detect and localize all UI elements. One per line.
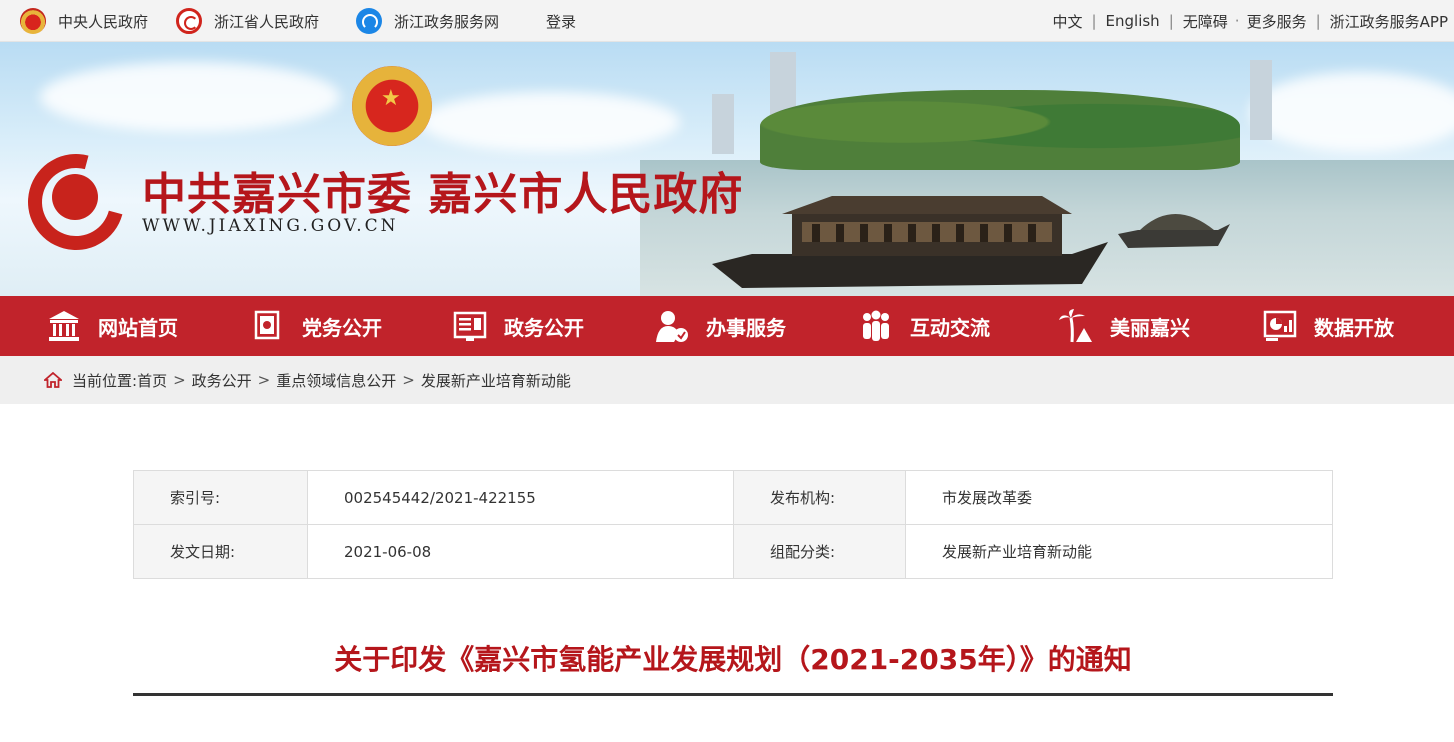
home-icon — [44, 372, 62, 388]
nav-item-beautiful-jiaxing-label: 美丽嘉兴 — [1110, 315, 1190, 340]
breadcrumb-separator: > — [173, 371, 186, 389]
separator: | — [1091, 12, 1097, 30]
topbar-right-links: 中文 | English | 无障碍 · 更多服务 | 浙江政务服务APP — [1052, 0, 1448, 42]
party-flag-icon — [254, 310, 280, 340]
separator: | — [1168, 12, 1174, 30]
separator: | — [1315, 12, 1321, 30]
breadcrumb-key-areas[interactable]: 重点领域信息公开 — [276, 370, 396, 391]
more-services-link[interactable]: 更多服务 — [1247, 11, 1307, 32]
link-zwfw-label: 浙江政务服务网 — [394, 12, 500, 31]
nav-item-beautiful-jiaxing[interactable]: 美丽嘉兴 — [1058, 296, 1190, 356]
palm-tree-icon — [1059, 309, 1092, 343]
nav-item-services[interactable]: 办事服务 — [654, 296, 786, 356]
category-label: 组配分类: — [733, 524, 906, 579]
link-zhejiang-government-label: 浙江省人民政府 — [214, 12, 320, 31]
top-utility-bar: 中央人民政府 浙江省人民政府 浙江政务服务网 登录 中文 | English |… — [0, 0, 1454, 42]
nav-item-home-label: 网站首页 — [98, 315, 178, 340]
publisher-value: 市发展改革委 — [905, 470, 1333, 525]
issue-date-label: 发文日期: — [133, 524, 308, 579]
people-group-icon — [863, 310, 889, 341]
site-title: 中共嘉兴市委 嘉兴市人民政府 — [142, 169, 744, 220]
document-metadata-table: 索引号: 002545442/2021-422155 发布机构: 市发展改革委 … — [133, 470, 1333, 579]
breadcrumb: 当前位置: 首页 > 政务公开 > 重点领域信息公开 > 发展新产业培育新动能 — [0, 356, 1454, 404]
nav-item-interaction-label: 互动交流 — [910, 315, 990, 340]
document-title: 关于印发《嘉兴市氢能产业发展规划（2021-2035年）》的通知 — [334, 643, 1132, 676]
site-banner: ★ 中共嘉兴市委 嘉兴市人民政府 WWW.JIAXING.GOV.CN — [0, 42, 1454, 296]
banner-cloud — [40, 62, 340, 132]
login-link[interactable]: 登录 — [546, 0, 576, 42]
breadcrumb-separator: > — [402, 371, 415, 389]
zwfw-icon — [356, 8, 382, 34]
index-number-label: 索引号: — [133, 470, 308, 525]
nav-item-party-affairs-label: 党务公开 — [302, 315, 382, 340]
table-row: 发文日期: 2021-06-08 组配分类: 发展新产业培育新动能 — [133, 524, 1333, 579]
link-central-government[interactable]: 中央人民政府 — [20, 0, 148, 42]
breadcrumb-prefix: 当前位置: — [72, 371, 138, 390]
link-zwfw[interactable]: 浙江政务服务网 — [356, 0, 499, 42]
document-board-icon — [453, 311, 487, 341]
jiaxing-logo-dot — [52, 174, 98, 220]
banner-skyline — [1250, 60, 1272, 140]
zwfw-app-link[interactable]: 浙江政务服务APP — [1330, 11, 1448, 32]
small-boat-illustration — [1118, 214, 1230, 248]
breadcrumb-home[interactable]: 首页 — [137, 370, 167, 391]
nav-item-interaction[interactable]: 互动交流 — [858, 296, 990, 356]
title-divider — [133, 693, 1333, 696]
link-zhejiang-government[interactable]: 浙江省人民政府 — [176, 0, 319, 42]
nav-item-open-data[interactable]: 数据开放 — [1262, 296, 1394, 356]
national-emblem-icon — [20, 8, 46, 34]
nav-item-government-affairs-label: 政务公开 — [504, 315, 584, 340]
service-person-icon — [656, 311, 688, 342]
accessibility-link[interactable]: 无障碍 — [1183, 11, 1228, 32]
banner-cloud — [420, 92, 680, 152]
emblem-star-icon: ★ — [381, 86, 401, 111]
index-number-value: 002545442/2021-422155 — [307, 470, 734, 525]
government-building-icon — [49, 311, 79, 341]
red-boat-illustration — [712, 196, 1108, 288]
banner-island — [760, 90, 1240, 170]
breadcrumb-current[interactable]: 发展新产业培育新动能 — [421, 370, 571, 391]
nav-item-party-affairs[interactable]: 党务公开 — [250, 296, 382, 356]
banner-skyline — [712, 94, 734, 154]
nav-item-services-label: 办事服务 — [706, 315, 786, 340]
site-url: WWW.JIAXING.GOV.CN — [142, 216, 399, 236]
data-chart-icon — [1263, 310, 1297, 341]
link-central-government-label: 中央人民政府 — [58, 12, 149, 31]
publisher-label: 发布机构: — [733, 470, 906, 525]
banner-cloud — [1250, 72, 1454, 152]
lang-chinese-link[interactable]: 中文 — [1052, 11, 1082, 32]
separator: · — [1234, 12, 1240, 30]
breadcrumb-separator: > — [257, 371, 271, 389]
issue-date-value: 2021-06-08 — [307, 524, 734, 579]
nav-item-government-affairs[interactable]: 政务公开 — [452, 296, 584, 356]
nav-item-home[interactable]: 网站首页 — [46, 296, 178, 356]
nav-item-open-data-label: 数据开放 — [1314, 315, 1394, 340]
table-row: 索引号: 002545442/2021-422155 发布机构: 市发展改革委 — [133, 470, 1333, 525]
zhejiang-gov-icon — [176, 8, 202, 34]
lang-english-link[interactable]: English — [1106, 12, 1160, 30]
breadcrumb-government-affairs[interactable]: 政务公开 — [192, 370, 252, 391]
login-link-label: 登录 — [546, 12, 577, 31]
main-navigation: 网站首页 党务公开 政务公开 办事服务 互动交流 美丽嘉兴 数据开放 — [0, 296, 1454, 356]
category-value: 发展新产业培育新动能 — [905, 524, 1333, 579]
